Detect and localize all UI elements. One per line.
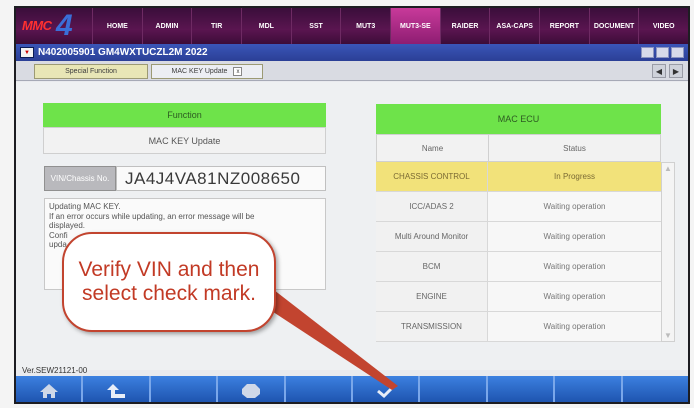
mac-ecu-panel: MAC ECU Name Status CHASSIS CONTROL In P…	[376, 104, 661, 342]
nav-admin[interactable]: ADMIN	[141, 8, 192, 44]
tab-scroll-right-icon[interactable]: ▶	[669, 64, 683, 78]
close-button[interactable]	[671, 47, 684, 58]
back-button[interactable]	[83, 376, 151, 402]
ecu-row[interactable]: BCM Waiting operation	[376, 252, 661, 282]
toolbar-button[interactable]	[487, 376, 556, 402]
tab-special-function[interactable]: Special Function	[34, 64, 148, 79]
ecu-status: In Progress	[488, 162, 661, 191]
ecu-status: Waiting operation	[488, 252, 661, 281]
window-title-bar: ▼ N402005901 GM4WXTUCZL2M 2022	[16, 44, 688, 61]
nav-raider[interactable]: RAIDER	[439, 8, 490, 44]
nav-report[interactable]: REPORT	[539, 8, 589, 44]
up-arrow-icon	[107, 384, 126, 398]
scroll-up-icon[interactable]: ▲	[663, 164, 673, 173]
stop-button[interactable]	[218, 376, 286, 402]
tab-mac-key-update-label: MAC KEY Update	[171, 68, 228, 75]
ecu-column-headers: Name Status	[376, 134, 661, 162]
toolbar-button[interactable]	[555, 376, 623, 402]
check-button[interactable]	[353, 376, 421, 402]
ecu-row[interactable]: CHASSIS CONTROL In Progress	[376, 162, 661, 192]
logo-brand: MMC	[22, 18, 52, 33]
check-icon	[376, 383, 396, 399]
tab-mac-key-update[interactable]: MAC KEY Update x	[151, 64, 263, 79]
vin-label: VIN/Chassis No.	[44, 166, 116, 191]
ecu-header: MAC ECU	[376, 104, 661, 134]
ecu-name: ICC/ADAS 2	[376, 192, 488, 221]
function-name: MAC KEY Update	[43, 127, 326, 154]
ecu-col-name: Name	[377, 135, 489, 161]
ecu-scrollbar[interactable]: ▲ ▼	[661, 162, 675, 342]
ecu-row[interactable]: TRANSMISSION Waiting operation	[376, 312, 661, 342]
tab-close-icon[interactable]: x	[233, 67, 243, 76]
ecu-name: BCM	[376, 252, 488, 281]
nav-asa-caps[interactable]: ASA-CAPS	[489, 8, 539, 44]
home-icon	[39, 384, 58, 398]
ecu-name: TRANSMISSION	[376, 312, 488, 341]
ecu-name: ENGINE	[376, 282, 488, 311]
maximize-button[interactable]	[656, 47, 669, 58]
ecu-row[interactable]: ENGINE Waiting operation	[376, 282, 661, 312]
ecu-name: Multi Around Monitor	[376, 222, 488, 251]
message-line: Updating MAC KEY.	[49, 202, 121, 211]
nav-sst[interactable]: SST	[290, 8, 341, 44]
window-title: N402005901 GM4WXTUCZL2M 2022	[38, 47, 208, 58]
bottom-toolbar	[16, 376, 688, 402]
nav-mut3-se[interactable]: MUT3-SE	[390, 8, 440, 44]
message-line: displayed.	[49, 221, 86, 230]
ecu-status: Waiting operation	[488, 282, 661, 311]
ecu-row[interactable]: Multi Around Monitor Waiting operation	[376, 222, 661, 252]
vehicle-icon: ▼	[20, 47, 34, 58]
function-header: Function	[43, 103, 326, 127]
vin-value: JA4J4VA81NZ008650	[116, 166, 326, 191]
ecu-status: Waiting operation	[488, 192, 661, 221]
ecu-row[interactable]: ICC/ADAS 2 Waiting operation	[376, 192, 661, 222]
tab-scroll-left-icon[interactable]: ◀	[652, 64, 666, 78]
ecu-col-status: Status	[563, 143, 586, 153]
toolbar-button[interactable]	[285, 376, 354, 402]
mmc-logo: MMC 4	[16, 8, 92, 44]
toolbar-button[interactable]	[150, 376, 219, 402]
version-label: Ver.SEW21121-00	[22, 366, 88, 375]
ecu-status: Waiting operation	[488, 312, 661, 341]
toolbar-button[interactable]	[420, 376, 488, 402]
window-controls	[641, 47, 684, 58]
message-line: If an error occurs while updating, an er…	[49, 211, 255, 221]
scroll-down-icon[interactable]: ▼	[663, 331, 673, 340]
function-tab-strip: Special Function MAC KEY Update x ◀ ▶	[16, 61, 688, 81]
nav-video[interactable]: VIDEO	[638, 8, 688, 44]
minimize-button[interactable]	[641, 47, 654, 58]
nav-tabs: HOME ADMIN TIR MDL SST MUT3 MUT3-SE RAID…	[92, 8, 688, 44]
top-navigation-bar: MMC 4 HOME ADMIN TIR MDL SST MUT3 MUT3-S…	[16, 8, 688, 44]
home-button[interactable]	[16, 376, 84, 402]
nav-tir[interactable]: TIR	[191, 8, 241, 44]
nav-document[interactable]: DOCUMENT	[588, 8, 639, 44]
diagnostic-screen: MMC 4 HOME ADMIN TIR MDL SST MUT3 MUT3-S…	[14, 6, 690, 404]
toolbar-button[interactable]	[622, 376, 688, 402]
stop-icon	[241, 384, 260, 398]
nav-mut3[interactable]: MUT3	[340, 8, 390, 44]
tab-special-function-label: Special Function	[65, 68, 117, 75]
nav-home[interactable]: HOME	[92, 8, 142, 44]
ecu-name: CHASSIS CONTROL	[376, 162, 488, 191]
ecu-status: Waiting operation	[488, 222, 661, 251]
nav-mdl[interactable]: MDL	[241, 8, 291, 44]
instruction-callout: Verify VIN and then select check mark.	[62, 232, 276, 332]
logo-number: 4	[56, 9, 73, 42]
